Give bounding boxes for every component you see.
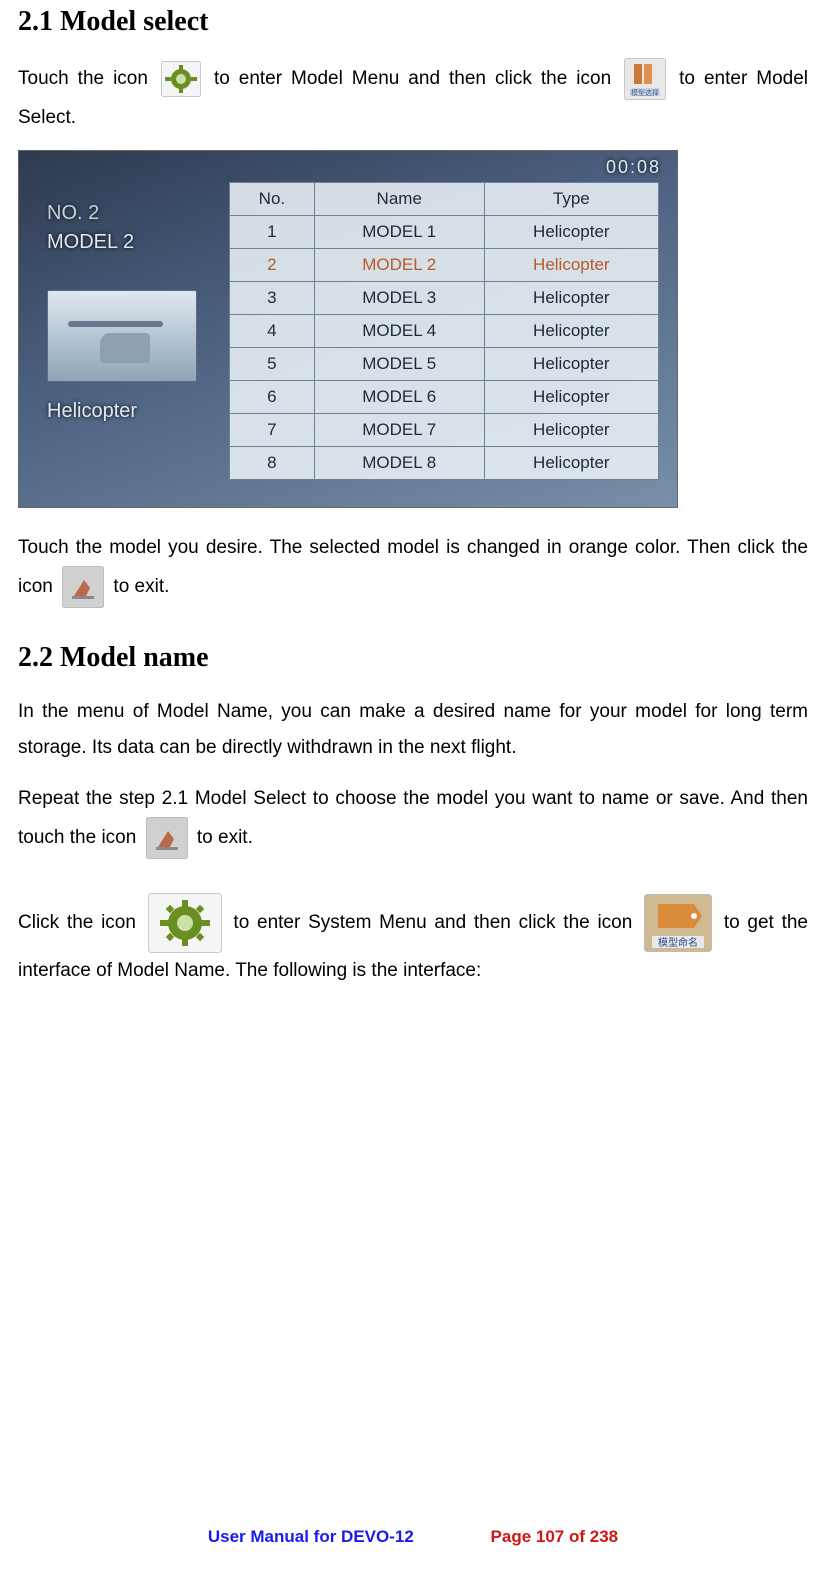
cell-no: 7	[230, 414, 315, 447]
text: to enter Model Menu and then click the i…	[214, 68, 620, 89]
cell-no: 8	[230, 447, 315, 480]
col-type: Type	[484, 183, 658, 216]
cell-type: Helicopter	[484, 447, 658, 480]
cell-name: MODEL 6	[314, 381, 484, 414]
text: to enter System Menu and then click the …	[233, 912, 640, 933]
gear-icon	[148, 893, 222, 953]
table-row[interactable]: 8MODEL 8Helicopter	[230, 447, 659, 480]
cell-no: 2	[230, 249, 315, 282]
model-name-icon: 模型命名	[644, 894, 712, 952]
cell-type: Helicopter	[484, 216, 658, 249]
col-name: Name	[314, 183, 484, 216]
text: Repeat the step 2.1 Model Select to choo…	[18, 788, 808, 848]
cell-name: MODEL 3	[314, 282, 484, 315]
gear-icon	[161, 61, 201, 97]
model-table: No. Name Type 1MODEL 1Helicopter2MODEL 2…	[229, 182, 659, 480]
cell-name: MODEL 1	[314, 216, 484, 249]
table-row[interactable]: 5MODEL 5Helicopter	[230, 348, 659, 381]
cell-no: 3	[230, 282, 315, 315]
heading-2-1: 2.1 Model select	[18, 6, 808, 38]
cell-type: Helicopter	[484, 282, 658, 315]
cell-type: Helicopter	[484, 348, 658, 381]
cell-type: Helicopter	[484, 381, 658, 414]
cell-no: 5	[230, 348, 315, 381]
text: Click the icon	[18, 912, 144, 933]
cell-name: MODEL 4	[314, 315, 484, 348]
exit-icon	[146, 817, 188, 859]
cell-name: MODEL 8	[314, 447, 484, 480]
cell-name: MODEL 5	[314, 348, 484, 381]
cell-name: MODEL 7	[314, 414, 484, 447]
table-row[interactable]: 2MODEL 2Helicopter	[230, 249, 659, 282]
clock-display: 00:08	[606, 157, 661, 178]
cell-name: MODEL 2	[314, 249, 484, 282]
text: to exit.	[197, 827, 253, 848]
col-no: No.	[230, 183, 315, 216]
cell-type: Helicopter	[484, 414, 658, 447]
heading-2-2: 2.2 Model name	[18, 642, 808, 674]
table-row[interactable]: 4MODEL 4Helicopter	[230, 315, 659, 348]
text: to exit.	[113, 576, 169, 597]
paragraph-touch-model-exit: Touch the model you desire. The selected…	[18, 530, 808, 608]
text: Touch the icon	[18, 68, 157, 89]
selected-type: Helicopter	[47, 400, 229, 423]
footer-page-number: Page 107 of 238	[491, 1527, 619, 1546]
cell-no: 1	[230, 216, 315, 249]
svg-text:模型命名: 模型命名	[658, 936, 698, 949]
paragraph-repeat-step: Repeat the step 2.1 Model Select to choo…	[18, 781, 808, 859]
table-row[interactable]: 7MODEL 7Helicopter	[230, 414, 659, 447]
cell-no: 4	[230, 315, 315, 348]
table-row[interactable]: 1MODEL 1Helicopter	[230, 216, 659, 249]
selected-no: NO. 2	[47, 202, 229, 225]
cell-type: Helicopter	[484, 249, 658, 282]
exit-icon	[62, 566, 104, 608]
paragraph-touch-icon-enter: Touch the icon to enter Model Menu and t…	[18, 58, 808, 136]
model-select-icon: 模型选择	[624, 58, 666, 100]
table-row[interactable]: 3MODEL 3Helicopter	[230, 282, 659, 315]
page-footer: User Manual for DEVO-12 Page 107 of 238	[0, 1527, 826, 1547]
cell-no: 6	[230, 381, 315, 414]
svg-text:模型选择: 模型选择	[631, 88, 659, 97]
footer-manual-title: User Manual for DEVO-12	[208, 1527, 414, 1546]
model-thumbnail	[47, 290, 197, 382]
selected-name: MODEL 2	[47, 231, 229, 254]
model-select-screenshot: 00:08 NO. 2 MODEL 2 Helicopter No. Name …	[18, 150, 678, 508]
paragraph-model-name-intro: In the menu of Model Name, you can make …	[18, 694, 808, 766]
cell-type: Helicopter	[484, 315, 658, 348]
paragraph-click-system-menu: Click the icon to enter System Menu and …	[18, 893, 808, 989]
table-row[interactable]: 6MODEL 6Helicopter	[230, 381, 659, 414]
